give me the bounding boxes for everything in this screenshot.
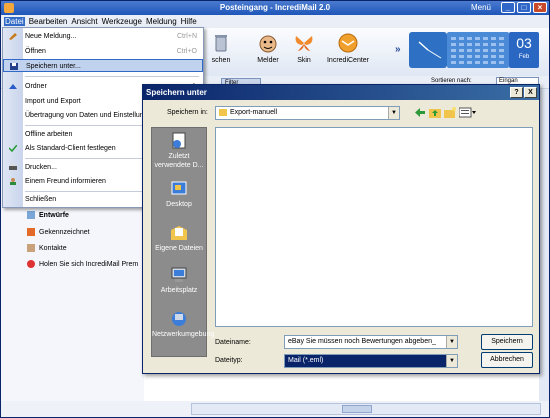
flag-icon [27, 228, 35, 236]
toolbar-incredicenter-button[interactable]: IncrediCenter [323, 32, 373, 64]
menu-item-save-as[interactable]: Speichern unter... [3, 59, 203, 72]
place-my-computer[interactable]: Arbeitsplatz [152, 266, 206, 295]
contacts-icon [27, 244, 35, 252]
filename-input[interactable]: eBay Sie müssen noch Bewertungen abgeben… [284, 335, 458, 349]
filetype-label: Dateityp: [215, 357, 243, 364]
dialog-title-bar: Speichern unter ? X [143, 85, 539, 100]
menu-werkzeuge[interactable]: Werkzeuge [102, 17, 142, 26]
menu-button[interactable]: Menü [471, 1, 491, 15]
window-title: Posteingang - IncrediMail 2.0 [219, 3, 331, 12]
toolbar-more-chevron[interactable]: » [395, 44, 401, 55]
skin-icon [295, 36, 313, 51]
chevron-down-icon: ▼ [446, 355, 457, 367]
place-network[interactable]: Netzwerkumgebung [152, 310, 214, 339]
toolbar-skin-button[interactable]: Skin [279, 32, 329, 64]
save-icon [10, 63, 18, 70]
recent-documents-icon [172, 132, 186, 149]
filetype-select[interactable]: Mail (*.eml) ▼ [284, 354, 458, 368]
chevron-down-icon: ▼ [388, 107, 399, 119]
save-in-label: Speichern in: [167, 109, 208, 116]
calendar-widget [447, 32, 509, 68]
place-recent[interactable]: Zuletzt verwendete D... [152, 132, 206, 170]
incredicenter-icon [338, 33, 358, 53]
premium-icon [27, 260, 35, 268]
folder-icon [219, 108, 227, 116]
place-my-documents[interactable]: Eigene Dateien [152, 224, 206, 253]
my-computer-icon [171, 267, 187, 282]
new-message-icon [9, 33, 17, 40]
menu-bearbeiten[interactable]: Bearbeiten [29, 17, 68, 26]
menu-meldung[interactable]: Meldung [146, 17, 177, 26]
save-as-dialog: Speichern unter ? X Speichern in: Export… [142, 84, 540, 374]
app-icon [4, 3, 14, 13]
minimize-button[interactable]: _ [501, 2, 515, 13]
save-in-select[interactable]: Export-manuell ▼ [215, 106, 400, 120]
menu-hilfe[interactable]: Hilfe [181, 17, 197, 26]
maximize-button[interactable]: □ [517, 2, 531, 13]
up-folder-icon[interactable] [429, 107, 441, 118]
horizontal-scrollbar[interactable] [191, 403, 541, 415]
dialog-close-button[interactable]: X [524, 87, 537, 98]
place-desktop[interactable]: Desktop [152, 180, 206, 209]
friend-icon [10, 178, 16, 185]
network-icon [172, 312, 186, 326]
menu-item-open[interactable]: Öffnen Ctrl+O [3, 45, 203, 58]
folder-contacts[interactable]: Kontakte [27, 244, 67, 252]
message-list-scrollbar[interactable] [539, 89, 549, 401]
date-day: 03 [516, 35, 532, 51]
new-folder-icon[interactable] [444, 107, 456, 118]
date-widget: 03 Feb [509, 32, 539, 68]
menu-ansicht[interactable]: Ansicht [71, 17, 97, 26]
clock-widget [409, 32, 447, 68]
my-documents-icon [171, 226, 187, 240]
folder-premium[interactable]: Holen Sie sich IncrediMail Prem [27, 260, 138, 268]
scrollbar-thumb[interactable] [342, 405, 372, 413]
back-icon[interactable] [414, 107, 426, 118]
print-icon [9, 164, 17, 170]
filename-label: Dateiname: [215, 339, 251, 346]
places-bar: Zuletzt verwendete D... Desktop Eigene D… [151, 127, 214, 357]
notifier-icon [259, 35, 277, 53]
cancel-button[interactable]: Abbrechen [481, 352, 533, 368]
folder-icon [9, 84, 17, 89]
date-month: Feb [518, 54, 530, 60]
drafts-icon [27, 211, 35, 219]
menu-item-new-message[interactable]: Neue Meldung... Ctrl+N [3, 30, 203, 43]
chevron-down-icon: ▼ [446, 336, 457, 348]
title-bar: Posteingang - IncrediMail 2.0 Menü _ □ × [1, 1, 549, 15]
default-client-icon [9, 145, 17, 152]
save-button[interactable]: Speichern [481, 334, 533, 350]
delete-icon [215, 35, 227, 52]
dialog-help-button[interactable]: ? [510, 87, 523, 98]
menu-datei[interactable]: Datei [4, 17, 25, 26]
close-button[interactable]: × [533, 2, 547, 13]
view-menu-icon[interactable] [459, 107, 477, 118]
folder-flagged[interactable]: Gekennzeichnet [27, 228, 90, 236]
desktop-icon [171, 181, 187, 195]
dialog-title: Speichern unter [146, 88, 207, 97]
folder-drafts[interactable]: Entwürfe [27, 211, 69, 219]
file-list[interactable] [215, 127, 533, 327]
